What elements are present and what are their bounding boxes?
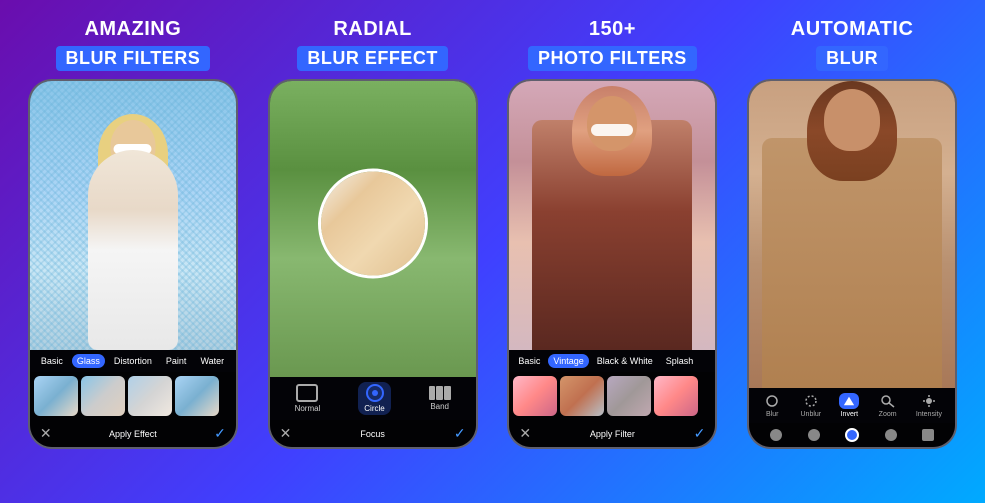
phone-frame-2: Normal Circle Band (268, 79, 478, 449)
tab-glass[interactable]: Glass (72, 354, 105, 368)
confirm-icon-1[interactable]: ✓ (214, 425, 226, 442)
panel-radial-blur: RADIAL BLUR EFFECT Normal Circle (258, 18, 488, 449)
confirm-icon-2[interactable]: ✓ (454, 425, 466, 442)
panel4-title-line2: BLUR (816, 46, 888, 71)
normal-icon (296, 384, 318, 402)
confirm-icon-3[interactable]: ✓ (694, 425, 706, 442)
cancel-icon-2[interactable]: ✕ (280, 425, 292, 442)
blur-circle (318, 169, 428, 279)
thumb-1a[interactable] (34, 376, 78, 416)
color-dot-4[interactable] (922, 429, 934, 441)
phone-frame-3: Basic Vintage Black & White Splash ✕ App… (507, 79, 717, 449)
panel3-photo (509, 81, 715, 350)
blur-tool-label: Blur (766, 411, 778, 418)
zoom-tool-icon (878, 393, 898, 409)
auto-tool-bar: Blur Unblur Invert (749, 388, 955, 423)
blur-tool-icon (762, 393, 782, 409)
panel2-title-line1: RADIAL (333, 18, 412, 40)
focus-label-bottom: Focus (360, 429, 385, 439)
band-label: Band (430, 402, 449, 411)
woman3-head (587, 96, 637, 151)
filter-tab-bar-1: Basic Glass Distortion Paint Water (30, 350, 236, 372)
tab-paint[interactable]: Paint (161, 354, 192, 368)
panel-photo-filters: 150+ PHOTO FILTERS Basic Vintage Black &… (498, 18, 728, 449)
thumb-3a[interactable] (513, 376, 557, 416)
woman-body-1 (88, 150, 178, 350)
thumbnail-strip-1 (30, 372, 236, 420)
main-container: AMAZING BLUR FILTERS Basic Glass Distort… (0, 0, 985, 503)
color-dot-2[interactable] (808, 429, 820, 441)
thumb-3d[interactable] (654, 376, 698, 416)
panel2-photo (270, 81, 476, 377)
woman3-glasses (591, 124, 633, 136)
panel-blur-filters: AMAZING BLUR FILTERS Basic Glass Distort… (18, 18, 248, 449)
color-dot-active[interactable] (845, 428, 859, 442)
band-icon (429, 386, 451, 400)
thumb-3c[interactable] (607, 376, 651, 416)
color-dot-3[interactable] (885, 429, 897, 441)
circle-icon (366, 384, 384, 402)
tab-vintage[interactable]: Vintage (548, 354, 588, 368)
tool-zoom[interactable]: Zoom (878, 393, 898, 418)
panel3-title-line1: 150+ (589, 18, 636, 40)
panel-auto-blur: AUTOMATIC BLUR Blur Unblur (737, 18, 967, 449)
circle-label: Circle (364, 404, 384, 413)
panel2-title-line2: BLUR EFFECT (297, 46, 448, 71)
filter-tab-bar-3: Basic Vintage Black & White Splash (509, 350, 715, 372)
panel1-title-line2: BLUR FILTERS (56, 46, 211, 71)
tool-blur[interactable]: Blur (762, 393, 782, 418)
apply-effect-button[interactable]: Apply Effect (109, 429, 157, 439)
color-dot-1[interactable] (770, 429, 782, 441)
invert-tool-label: Invert (841, 411, 859, 418)
focus-normal[interactable]: Normal (295, 384, 321, 413)
phone-frame-1: Basic Glass Distortion Paint Water ✕ App… (28, 79, 238, 449)
apply-filter-button[interactable]: Apply Filter (590, 429, 635, 439)
thumbnail-strip-3 (509, 372, 715, 420)
bottom-bar-3: ✕ Apply Filter ✓ (509, 420, 715, 447)
panel1-title-line1: AMAZING (84, 18, 181, 40)
bottom-bar-1: ✕ Apply Effect ✓ (30, 420, 236, 447)
tab-distortion[interactable]: Distortion (109, 354, 157, 368)
focus-band[interactable]: Band (429, 386, 451, 411)
zoom-tool-label: Zoom (879, 411, 897, 418)
tab-splash[interactable]: Splash (661, 354, 699, 368)
tool-intensity[interactable]: Intensity (916, 393, 942, 418)
panel3-title-line2: PHOTO FILTERS (528, 46, 697, 71)
thumb-1c[interactable] (128, 376, 172, 416)
thumb-1d[interactable] (175, 376, 219, 416)
panel1-photo (30, 81, 236, 350)
color-dot-bar (749, 423, 955, 447)
cancel-icon-3[interactable]: ✕ (519, 425, 531, 442)
thumb-3b[interactable] (560, 376, 604, 416)
cancel-icon-1[interactable]: ✕ (40, 425, 52, 442)
invert-tool-icon (839, 393, 859, 409)
thumb-1b[interactable] (81, 376, 125, 416)
tool-unblur[interactable]: Unblur (801, 393, 822, 418)
tab-basic-3[interactable]: Basic (513, 354, 545, 368)
woman4-head (824, 89, 880, 151)
phone-frame-4: Blur Unblur Invert (747, 79, 957, 449)
unblur-tool-icon (801, 393, 821, 409)
circle-inner-photo (321, 172, 425, 276)
tab-basic-1[interactable]: Basic (36, 354, 68, 368)
tab-bw[interactable]: Black & White (592, 354, 658, 368)
focus-tab-bar: Normal Circle Band (270, 377, 476, 420)
normal-label: Normal (295, 404, 321, 413)
panel4-title-line1: AUTOMATIC (791, 18, 914, 40)
tab-water[interactable]: Water (195, 354, 229, 368)
tool-invert[interactable]: Invert (839, 393, 859, 418)
unblur-tool-label: Unblur (801, 411, 822, 418)
bottom-bar-2: ✕ Focus ✓ (270, 420, 476, 447)
intensity-tool-label: Intensity (916, 411, 942, 418)
focus-circle[interactable]: Circle (358, 382, 390, 415)
panel4-photo (749, 81, 955, 388)
woman-figure-1 (68, 110, 198, 350)
intensity-tool-icon (919, 393, 939, 409)
